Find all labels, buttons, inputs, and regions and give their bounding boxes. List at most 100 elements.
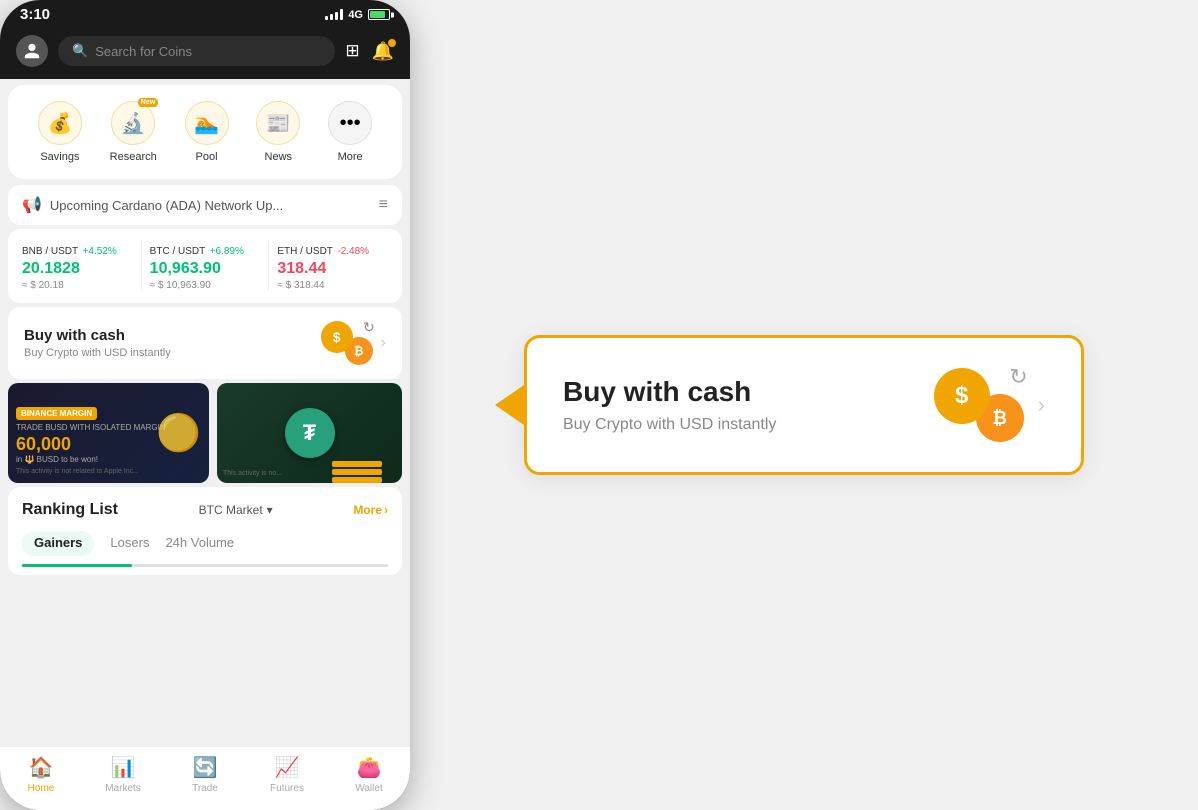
zoomed-coin-icons: $ ₿ ↻ xyxy=(934,368,1024,442)
nav-home[interactable]: 🏠 Home xyxy=(0,755,82,794)
trade-icon: 🔄 xyxy=(193,755,218,780)
avatar[interactable] xyxy=(16,35,48,67)
futures-icon: 📈 xyxy=(275,755,300,780)
scan-icon[interactable]: ⊞ xyxy=(345,41,359,61)
bnb-usd: ≈ $ 20.18 xyxy=(22,280,133,291)
banner-disclaimer-1: This activity is not related to Apple In… xyxy=(16,468,201,475)
banner-disclaimer-2: This activity is no... xyxy=(223,470,282,477)
markets-label: Markets xyxy=(105,783,141,794)
search-icon: 🔍 xyxy=(72,43,88,59)
news-label: News xyxy=(265,151,293,163)
home-label: Home xyxy=(28,783,55,794)
eth-usd: ≈ $ 318.44 xyxy=(277,280,388,291)
more-icon: ••• xyxy=(328,101,372,145)
buy-cash-title: Buy with cash xyxy=(24,327,171,344)
phone-shell: 3:10 4G 🔍 Search for Coi xyxy=(0,0,410,810)
notification-dot xyxy=(388,39,396,47)
ranking-progress-fill xyxy=(22,564,132,567)
tab-losers[interactable]: Losers xyxy=(110,531,149,556)
battery-icon xyxy=(368,9,390,20)
markets-icon: 📊 xyxy=(111,755,136,780)
quick-action-research[interactable]: 🔬 New Research xyxy=(110,101,157,163)
zoomed-card-title: Buy with cash xyxy=(563,376,776,408)
ranking-tabs: Gainers Losers 24h Volume xyxy=(22,531,388,556)
buy-cash-subtitle: Buy Crypto with USD instantly xyxy=(24,347,171,359)
banner-unit: in 🔱 BUSD to be won! xyxy=(16,455,201,464)
more-label: More xyxy=(338,151,363,163)
tab-gainers[interactable]: Gainers xyxy=(22,531,94,556)
trade-label: Trade xyxy=(192,783,218,794)
quick-action-pool[interactable]: 🏊 Pool xyxy=(185,101,229,163)
news-icon: 📰 xyxy=(256,101,300,145)
zoomed-arrow-icon: › xyxy=(1038,392,1045,418)
savings-icon: 💰 xyxy=(38,101,82,145)
nav-trade[interactable]: 🔄 Trade xyxy=(164,755,246,794)
ticker-row: BNB / USDT +4.52% 20.1828 ≈ $ 20.18 BTC … xyxy=(8,229,402,303)
signal-bars xyxy=(325,9,343,20)
ticker-divider-2 xyxy=(268,241,269,291)
bnb-price: 20.1828 xyxy=(22,259,133,280)
list-icon: ≡ xyxy=(379,196,388,214)
zoomed-dollar-coin: $ xyxy=(934,368,990,424)
buy-cash-icons: $ ₿ ↻ › xyxy=(321,321,386,365)
banner-tether[interactable]: ₮ This activity is no... xyxy=(217,383,402,483)
status-bar: 3:10 4G xyxy=(0,0,410,27)
banner-binance[interactable]: BINANCE MARGIN TRADE BUSD WITH ISOLATED … xyxy=(8,383,209,483)
arrow-right-icon: › xyxy=(381,334,386,352)
buy-cash-info: Buy with cash Buy Crypto with USD instan… xyxy=(24,327,171,359)
nav-futures[interactable]: 📈 Futures xyxy=(246,755,328,794)
announcement-text: Upcoming Cardano (ADA) Network Up... xyxy=(50,198,283,213)
bnb-change: +4.52% xyxy=(83,246,117,257)
eth-change: -2.48% xyxy=(337,246,369,257)
bnb-pair-label: BNB / USDT xyxy=(22,246,78,257)
announcement-bar[interactable]: 📢 Upcoming Cardano (ADA) Network Up... ≡ xyxy=(8,185,402,225)
zoomed-card-icons: $ ₿ ↻ › xyxy=(934,368,1045,442)
ranking-filter[interactable]: BTC Market ▾ xyxy=(199,503,273,517)
quick-action-savings[interactable]: 💰 Savings xyxy=(38,101,82,163)
notification-icon[interactable]: 🔔 xyxy=(372,41,394,62)
more-arrow-icon: › xyxy=(384,503,388,517)
phone-screen: 3:10 4G 🔍 Search for Coi xyxy=(0,0,410,810)
top-nav: 🔍 Search for Coins ⊞ 🔔 xyxy=(0,27,410,79)
ticker-bnb-pair: BNB / USDT +4.52% xyxy=(22,241,133,259)
ranking-progress-bar xyxy=(22,564,388,567)
btc-price: 10,963.90 xyxy=(150,259,261,280)
savings-label: Savings xyxy=(40,151,79,163)
buy-cash-card[interactable]: Buy with cash Buy Crypto with USD instan… xyxy=(8,307,402,379)
ticker-eth-pair: ETH / USDT -2.48% xyxy=(277,241,388,259)
ticker-bnb[interactable]: BNB / USDT +4.52% 20.1828 ≈ $ 20.18 xyxy=(22,241,133,291)
ticker-eth[interactable]: ETH / USDT -2.48% 318.44 ≈ $ 318.44 xyxy=(277,241,388,291)
tether-coins: ₮ xyxy=(285,408,335,458)
announcement-icon: 📢 xyxy=(22,195,42,215)
status-icons: 4G xyxy=(325,9,390,21)
new-badge: New xyxy=(138,98,158,107)
quick-action-news[interactable]: 📰 News xyxy=(256,101,300,163)
more-label: More xyxy=(353,503,382,517)
tab-24h-volume[interactable]: 24h Volume xyxy=(165,531,234,556)
ranking-title: Ranking List xyxy=(22,501,118,519)
quick-actions-card: 💰 Savings 🔬 New Research 🏊 Pool xyxy=(8,85,402,179)
wallet-icon: 👛 xyxy=(357,755,382,780)
btc-usd: ≈ $ 10,963.90 xyxy=(150,280,261,291)
right-panel: Buy with cash Buy Crypto with USD instan… xyxy=(410,0,1198,810)
quick-action-more[interactable]: ••• More xyxy=(328,101,372,163)
ranking-more-link[interactable]: More › xyxy=(353,503,388,517)
announcement-content: 📢 Upcoming Cardano (ADA) Network Up... xyxy=(22,195,283,215)
zoomed-buy-cash-card[interactable]: Buy with cash Buy Crypto with USD instan… xyxy=(524,335,1084,475)
eth-price: 318.44 xyxy=(277,259,388,280)
research-icon: 🔬 New xyxy=(111,101,155,145)
search-bar[interactable]: 🔍 Search for Coins xyxy=(58,36,335,66)
filter-dropdown-icon: ▾ xyxy=(267,503,273,517)
nav-wallet[interactable]: 👛 Wallet xyxy=(328,755,410,794)
wallet-label: Wallet xyxy=(355,783,382,794)
tether-coin: ₮ xyxy=(285,408,335,458)
bottom-nav: 🏠 Home 📊 Markets 🔄 Trade 📈 Futures 👛 Wal… xyxy=(0,746,410,810)
ticker-btc[interactable]: BTC / USDT +6.89% 10,963.90 ≈ $ 10,963.9… xyxy=(150,241,261,291)
nav-markets[interactable]: 📊 Markets xyxy=(82,755,164,794)
home-icon: 🏠 xyxy=(29,755,54,780)
ranking-section: Ranking List BTC Market ▾ More › Gainers… xyxy=(8,487,402,575)
pool-icon: 🏊 xyxy=(185,101,229,145)
btc-change: +6.89% xyxy=(210,246,244,257)
btc-pair-label: BTC / USDT xyxy=(150,246,206,257)
main-content: 💰 Savings 🔬 New Research 🏊 Pool xyxy=(0,79,410,746)
